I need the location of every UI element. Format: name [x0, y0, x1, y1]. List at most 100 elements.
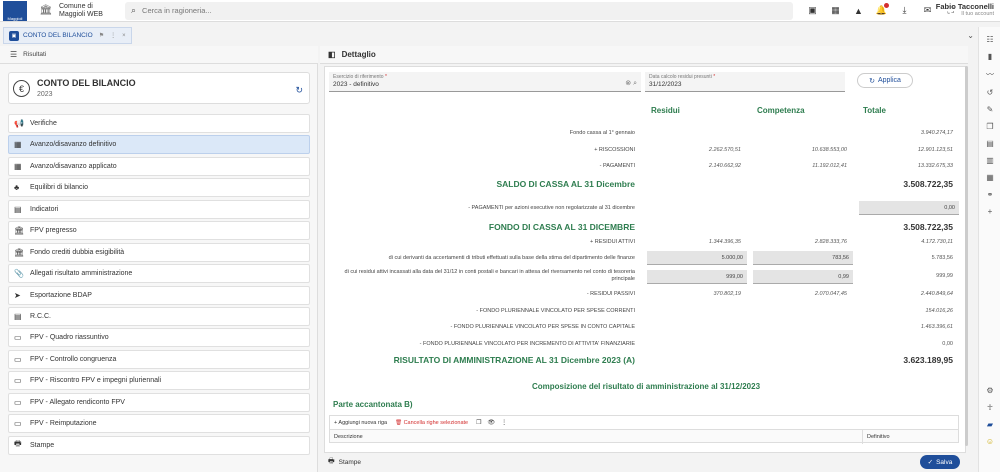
menu-item[interactable]: ▭ FPV - Controllo congruenza: [8, 349, 310, 369]
col-descrizione[interactable]: Descrizione: [334, 434, 363, 440]
derivanti-res-input[interactable]: 5.000,00: [647, 251, 747, 265]
res-passivi-res: 370.802,19: [713, 291, 741, 297]
menu-item[interactable]: ♣ Equilibri di bilancio: [8, 178, 310, 198]
paperclip-icon: 📎: [14, 269, 24, 279]
tab-app-icon: ▣: [9, 30, 19, 41]
stampe-button[interactable]: 🖶 Stampe: [328, 455, 361, 469]
download-icon[interactable]: ⤓: [897, 3, 913, 19]
res-passivi-comp: 2.070.047,45: [814, 291, 847, 297]
fondo-cassa-label: Fondo cassa al 1° gennaio: [569, 130, 635, 136]
gear-icon[interactable]: ⚙: [979, 386, 1000, 395]
bank-icon[interactable]: 🏛: [39, 4, 53, 18]
panel-icon[interactable]: ◧: [328, 50, 336, 59]
user-name: Fabio Tacconelli: [935, 2, 994, 11]
res-attivi-res: 1.344.396,35: [708, 239, 741, 245]
bookmark-icon[interactable]: ▮: [979, 52, 1000, 61]
menu-item[interactable]: ➤ Esportazione BDAP: [8, 285, 310, 305]
incassati-comp-input[interactable]: 0,99: [753, 270, 853, 284]
menu-item[interactable]: ▭ FPV - Reimputazione: [8, 414, 310, 434]
menu-item[interactable]: ▭ FPV - Quadro riassuntivo: [8, 328, 310, 348]
eye-icon[interactable]: 👁: [487, 419, 495, 426]
list-icon[interactable]: ☷: [979, 35, 1000, 44]
menu-item[interactable]: 📢 Verifiche: [8, 114, 310, 133]
app-badge-icon[interactable]: ▣: [805, 3, 821, 19]
menu-item[interactable]: ▦ Avanzo/disavanzo applicato: [8, 156, 310, 176]
history-icon[interactable]: ↺: [979, 88, 1000, 97]
tool-icon[interactable]: ✎: [979, 105, 1000, 114]
card-icon: ▭: [14, 397, 22, 407]
user-menu[interactable]: Fabio Tacconelli Il tuo account: [936, 2, 994, 17]
menu-item[interactable]: ▭ FPV - Riscontro FPV e impegni plurienna…: [8, 371, 310, 391]
more-icon[interactable]: ⋮: [501, 419, 507, 426]
doc-icon[interactable]: ▤: [979, 139, 1000, 148]
menu-item[interactable]: 📎 Allegati risultato amministrazione: [8, 264, 310, 284]
chat-icon[interactable]: ▰: [979, 420, 1000, 429]
col-definitivo[interactable]: Definitivo: [862, 430, 890, 444]
trend-icon[interactable]: 〰: [979, 69, 1000, 80]
results-menu: 📢 Verifiche ▦ Avanzo/disavanzo definitivo ▦ A…: [8, 114, 310, 457]
add-row-button[interactable]: + Aggiungi nuova riga: [334, 420, 387, 426]
mail-icon[interactable]: ✉: [920, 3, 936, 19]
more-icon[interactable]: ⋮: [110, 32, 116, 39]
fpv-correnti-tot: 154.016,26: [925, 308, 953, 314]
incassati-tot: 999,99: [936, 273, 953, 279]
search-input[interactable]: ⌕ Cerca in ragioneria...: [125, 1, 793, 20]
menu-item[interactable]: 🏛 FPV pregresso: [8, 221, 310, 241]
menu-item[interactable]: ▭ FPV - Allegato rendiconto FPV: [8, 392, 310, 412]
warning-icon[interactable]: ▲: [851, 3, 867, 19]
plus-icon[interactable]: +: [979, 207, 1000, 216]
derivanti-comp-input[interactable]: 783,56: [753, 251, 853, 265]
clear-icon[interactable]: ⊗ ⌕: [625, 79, 637, 88]
res-passivi-label: - RESIDUI PASSIVI: [586, 291, 635, 297]
send-icon: ➤: [14, 290, 21, 300]
parte-accantonata-title: Parte accantonata B): [333, 400, 413, 409]
menu-item-label: Equilibri di bilancio: [30, 184, 88, 192]
delete-rows-button[interactable]: 🗑 Cancella righe selezionate: [395, 420, 468, 426]
data-calcolo-field[interactable]: Data calcolo residui presunti * 31/12/20…: [645, 72, 845, 92]
esercizio-field[interactable]: Esercizio di riferimento * 2023 - defini…: [329, 72, 641, 92]
doc-check-icon[interactable]: ▥: [979, 156, 1000, 165]
menu-item[interactable]: ▤ R.C.C.: [8, 306, 310, 326]
card-icon: ▭: [14, 376, 22, 386]
grid-icon: ▦: [14, 161, 22, 171]
fpv-correnti-label: - FONDO PLURIENNALE VINCOLATO PER SPESE …: [476, 308, 635, 314]
scrollbar[interactable]: [965, 66, 968, 446]
riscossioni-res: 2.262.570,51: [708, 147, 741, 153]
applica-label: Applica: [877, 77, 901, 84]
menu-item-label: FPV - Reimputazione: [30, 420, 97, 428]
building-icon[interactable]: ▦: [979, 173, 1000, 182]
apps-grid-icon[interactable]: ▦: [828, 3, 844, 19]
detail-content: Esercizio di riferimento * 2023 - defini…: [324, 66, 966, 453]
copy-icon[interactable]: ❐: [476, 419, 481, 426]
top-bar: Maggioli 🏛 Comune di Maggioli WEB ⌕ Cerc…: [0, 0, 1000, 22]
pin-icon[interactable]: ⚑: [99, 32, 104, 39]
menu-item[interactable]: ▦ Avanzo/disavanzo definitivo: [8, 135, 310, 155]
tab-conto-del-bilancio[interactable]: ▣ CONTO DEL BILANCIO ⚑ ⋮ ×: [3, 27, 132, 44]
col-residui: Residui: [651, 106, 680, 115]
copy-icon[interactable]: ❐: [979, 122, 1000, 131]
salva-button[interactable]: ✓ Salva: [920, 455, 960, 469]
derivanti-label: di cui derivanti da accertamenti di trib…: [388, 255, 635, 261]
incassati-res-input[interactable]: 999,00: [647, 270, 747, 284]
pagamenti-comp: 11.192.012,41: [812, 163, 847, 169]
accessibility-icon[interactable]: ☥: [979, 403, 1000, 412]
refresh-icon[interactable]: ↻: [295, 85, 303, 96]
smile-icon[interactable]: ☺: [979, 437, 1000, 446]
menu-item[interactable]: ▤ Indicatori: [8, 199, 310, 219]
menu-item[interactable]: 🖶 Stampe: [8, 435, 310, 455]
riscossioni-comp: 10.638.553,00: [811, 147, 847, 153]
menu-item-label: FPV - Riscontro FPV e impegni pluriennal…: [30, 377, 162, 385]
menu-item-label: Esportazione BDAP: [30, 291, 92, 299]
link-icon[interactable]: ⚭: [979, 190, 1000, 199]
salva-label: Salva: [936, 458, 953, 466]
applica-button[interactable]: ↻ Applica: [857, 73, 913, 88]
chevron-down-icon[interactable]: ⌄: [967, 31, 974, 40]
close-icon[interactable]: ×: [122, 33, 126, 39]
menu-item[interactable]: 🏛 Fondo crediti dubbia esigibilità: [8, 242, 310, 262]
res-attivi-tot: 4.172.730,11: [921, 239, 953, 245]
pag-azioni-input[interactable]: 0,00: [859, 201, 959, 215]
menu-item-label: Avanzo/disavanzo applicato: [30, 162, 117, 170]
bell-icon[interactable]: 🔔: [874, 2, 890, 19]
org-name: Comune di Maggioli WEB: [59, 2, 103, 18]
menu-icon[interactable]: ☰: [10, 50, 17, 59]
